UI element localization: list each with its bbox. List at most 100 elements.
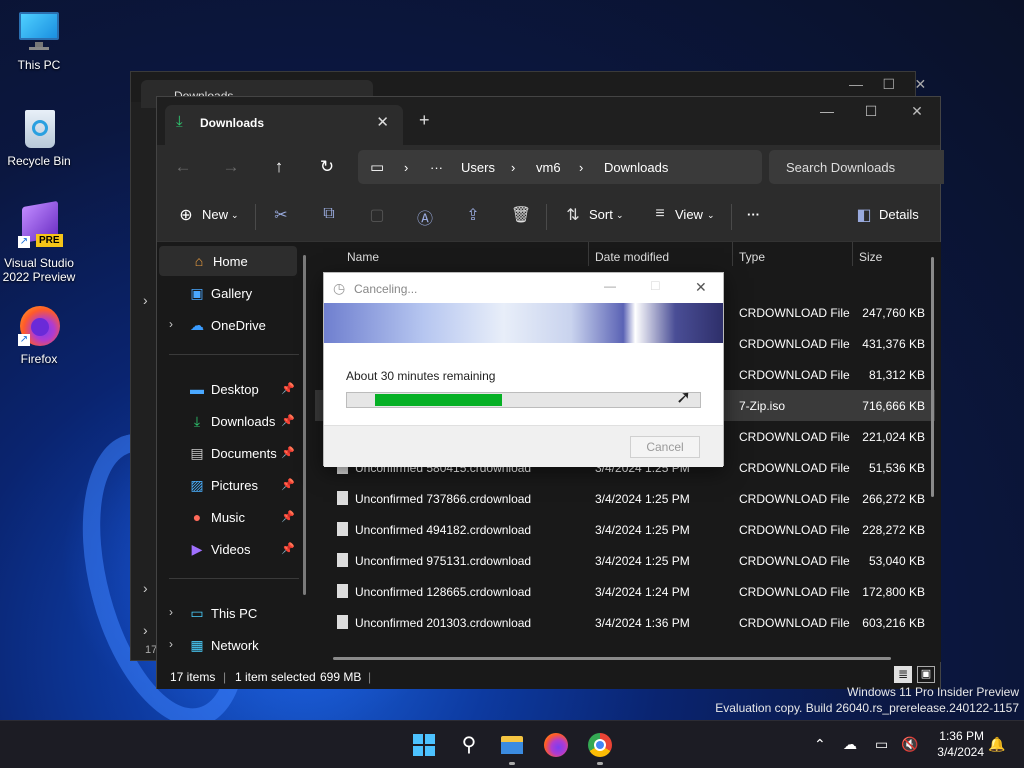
dialog-maximize-button[interactable]: ☐: [650, 279, 661, 293]
minimize-button[interactable]: —: [805, 103, 849, 119]
dialog-close-button[interactable]: ✕: [695, 279, 707, 296]
file-icon: [337, 553, 348, 567]
clock[interactable]: 1:36 PM 3/4/2024: [928, 729, 984, 759]
delete-icon[interactable]: 🗑: [510, 205, 532, 225]
sidebar-item-pictures[interactable]: ▨ Pictures 📌: [157, 470, 295, 500]
breadcrumb-overflow[interactable]: ···: [430, 160, 443, 175]
column-header-date[interactable]: Date modified: [595, 250, 669, 264]
notification-bell-icon[interactable]: 🔔: [988, 736, 1005, 753]
search-icon[interactable]: ⚲: [456, 732, 482, 758]
date: 3/4/2024: [937, 745, 984, 759]
cut-icon[interactable]: ✂: [270, 205, 292, 225]
network-status-icon[interactable]: ▭: [875, 736, 888, 753]
table-row[interactable]: Unconfirmed 975131.crdownload 3/4/2024 1…: [315, 545, 935, 576]
pin-icon: 📌: [281, 415, 295, 427]
new-button[interactable]: New: [202, 207, 228, 222]
paste-icon[interactable]: ▢: [366, 205, 388, 225]
status-bar: 17 items | 1 item selected 699 MB | ≣ ▣: [157, 663, 940, 689]
table-row[interactable]: Unconfirmed 201303.crdownload 3/4/2024 1…: [315, 607, 935, 638]
expand-chevron-icon[interactable]: ›: [169, 605, 173, 619]
sidebar-item-onedrive[interactable]: › ☁ OneDrive: [157, 310, 295, 340]
desktop-icon-firefox[interactable]: ↗ Firefox: [1, 304, 77, 366]
dialog-banner: [324, 303, 723, 343]
onedrive-status-icon[interactable]: ☁: [843, 736, 857, 753]
sidebar-item-network[interactable]: › ▦ Network: [157, 630, 295, 660]
videos-icon: ▶: [191, 541, 203, 557]
sidebar-item-downloads[interactable]: ⤓ Downloads 📌: [157, 406, 295, 436]
clock-icon: ◷: [333, 280, 346, 296]
sidebar-item-documents[interactable]: ▤ Documents 📌: [157, 438, 295, 468]
desktop-icon-this-pc[interactable]: This PC: [1, 10, 77, 72]
start-icon[interactable]: [411, 732, 437, 758]
back-window-controls[interactable]: — ☐ ✕: [849, 76, 926, 93]
tiles-view-icon[interactable]: ▣: [917, 666, 935, 683]
dialog-minimize-button[interactable]: —: [604, 279, 616, 293]
back-chevron-icon[interactable]: ›: [143, 622, 148, 638]
address-bar[interactable]: ▭ › ··· Users › vm6 › Downloads: [358, 150, 762, 184]
details-button[interactable]: Details: [879, 207, 919, 222]
expand-chevron-icon[interactable]: ›: [169, 637, 173, 651]
forward-button[interactable]: →: [219, 157, 243, 177]
sidebar-item-home[interactable]: ⌂ Home: [159, 246, 297, 276]
table-row[interactable]: Unconfirmed 128665.crdownload 3/4/2024 1…: [315, 576, 935, 607]
back-chevron-icon[interactable]: ›: [143, 292, 148, 308]
horizontal-scrollbar[interactable]: [333, 657, 891, 660]
this-pc-icon: ▭: [190, 605, 204, 621]
view-icon: ≡: [655, 205, 665, 222]
back-button[interactable]: ←: [171, 157, 195, 177]
chevron-down-icon: ⌄: [707, 210, 715, 220]
sidebar-item-this-pc[interactable]: › ▭ This PC: [157, 598, 295, 628]
canceling-dialog[interactable]: ◷ Canceling... — ☐ ✕ About 30 minutes re…: [323, 272, 724, 467]
column-header-size[interactable]: Size: [859, 250, 882, 264]
column-header-type[interactable]: Type: [739, 250, 765, 264]
copy-icon[interactable]: ⧉: [318, 205, 340, 223]
volume-icon[interactable]: 🔇: [901, 736, 918, 753]
new-tab-button[interactable]: +: [419, 110, 430, 131]
refresh-button[interactable]: ↻: [315, 157, 339, 177]
table-row[interactable]: Unconfirmed 494182.crdownload 3/4/2024 1…: [315, 514, 935, 545]
column-header-name[interactable]: Name: [347, 250, 379, 264]
maximize-button[interactable]: ☐: [849, 103, 893, 120]
tab-downloads[interactable]: ⤓ Downloads ✕: [165, 105, 403, 145]
sort-icon: ⇅: [566, 207, 580, 224]
back-chevron-icon[interactable]: ›: [143, 580, 148, 596]
sidebar-item-music[interactable]: ● Music 📌: [157, 502, 295, 532]
rename-icon[interactable]: Ⓐ: [414, 205, 436, 229]
close-tab-icon[interactable]: ✕: [376, 113, 389, 131]
share-icon[interactable]: ⇪: [462, 205, 484, 225]
more-options-button[interactable]: ···: [747, 207, 760, 222]
vertical-scrollbar[interactable]: [931, 257, 934, 497]
sort-button[interactable]: Sort: [589, 207, 613, 222]
desktop-icon-recycle-bin[interactable]: Recycle Bin: [1, 106, 77, 168]
dialog-title-bar: ◷ Canceling... — ☐ ✕: [324, 273, 723, 303]
breadcrumb-downloads[interactable]: Downloads: [604, 160, 668, 175]
tab-label: Downloads: [200, 116, 265, 130]
details-view-icon[interactable]: ≣: [894, 666, 912, 683]
breadcrumb-vm6[interactable]: vm6: [536, 160, 561, 175]
sidebar-scrollbar[interactable]: [303, 255, 306, 595]
chrome-icon[interactable]: [587, 732, 613, 765]
search-input[interactable]: Search Downloads: [769, 150, 944, 184]
pc-monitor-icon: ▭: [370, 159, 385, 176]
firefox-icon[interactable]: [543, 732, 569, 758]
file-icon: [337, 584, 348, 598]
cancel-button[interactable]: Cancel: [630, 436, 700, 458]
expand-chevron-icon[interactable]: ›: [169, 317, 173, 331]
desktop-icon-visual-studio[interactable]: PRE ↗ Visual Studio 2022 Preview: [1, 200, 77, 284]
sidebar-item-desktop[interactable]: ▬ Desktop 📌: [157, 374, 295, 404]
desktop-icon-label: Firefox: [20, 352, 58, 366]
pictures-icon: ▨: [190, 477, 204, 493]
up-button[interactable]: ↑: [267, 157, 291, 177]
item-count: 17 items: [170, 670, 216, 684]
taskbar: ⚲ ⌃ ☁ ▭ 🔇 1:36 PM 3/4/2024 🔔: [0, 720, 1024, 768]
sidebar-item-videos[interactable]: ▶ Videos 📌: [157, 534, 295, 564]
table-row[interactable]: Unconfirmed 737866.crdownload 3/4/2024 1…: [315, 483, 935, 514]
show-hidden-icons-button[interactable]: ⌃: [814, 736, 826, 753]
file-explorer-icon[interactable]: [499, 732, 525, 765]
dialog-title: Canceling...: [354, 282, 418, 296]
chevron-down-icon: ⌄: [616, 210, 624, 220]
view-button[interactable]: View: [675, 207, 703, 222]
close-window-button[interactable]: ✕: [895, 103, 939, 120]
sidebar-item-gallery[interactable]: ▣ Gallery: [157, 278, 295, 308]
breadcrumb-users[interactable]: Users: [461, 160, 495, 175]
